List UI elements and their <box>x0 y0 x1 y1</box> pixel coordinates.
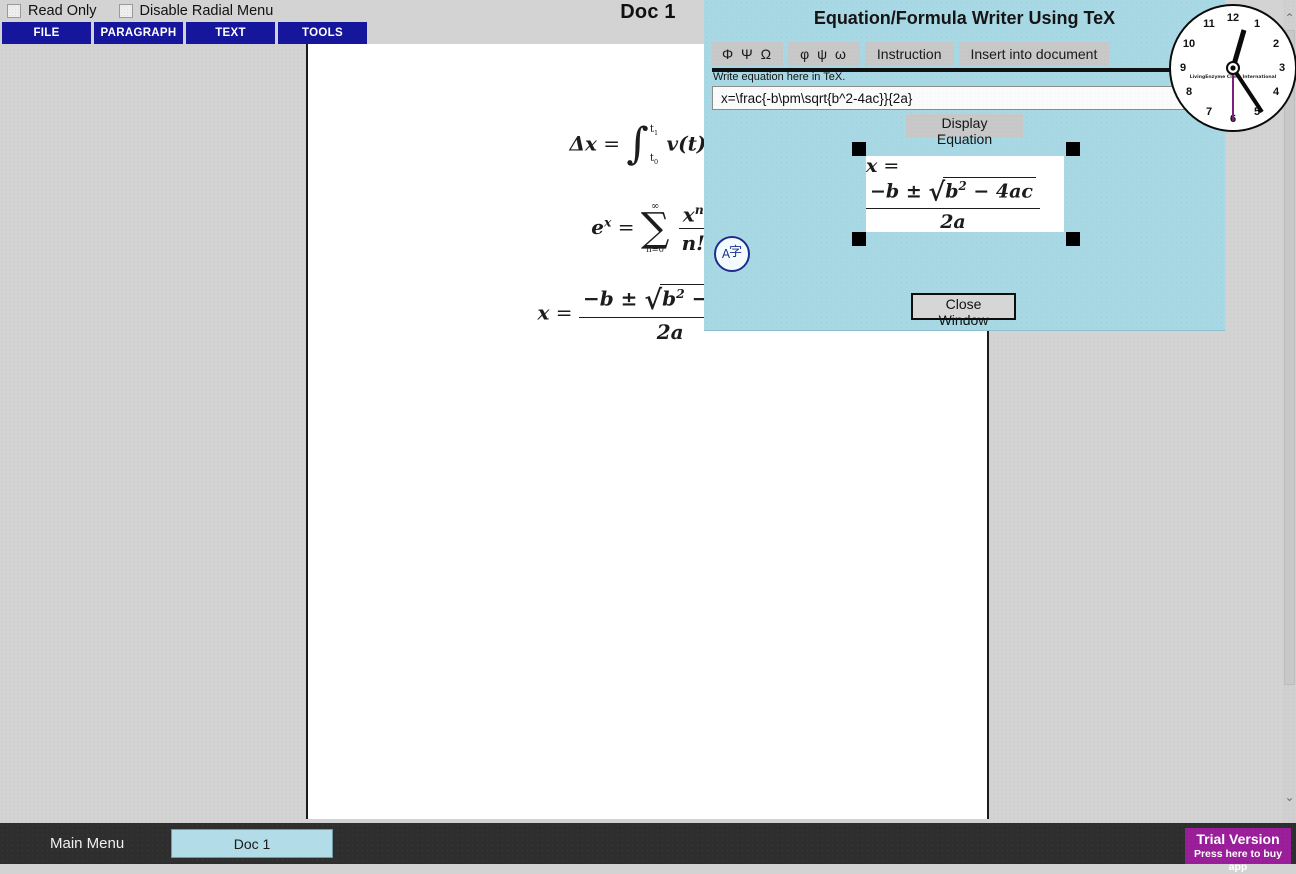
tab-uppercase-greek[interactable]: Φ Ψ Ω <box>712 42 784 66</box>
analog-clock: 12 1 2 3 4 5 6 7 8 9 10 11 LivingEnzyme … <box>1168 3 1296 133</box>
translate-icon[interactable]: A 字 <box>714 236 750 272</box>
clock-numeral-3: 3 <box>1279 62 1285 74</box>
clock-hub-inner <box>1230 65 1236 71</box>
selection-handle-bottom-right[interactable] <box>1066 232 1080 246</box>
ribbon-text-button[interactable]: TEXT <box>186 22 275 44</box>
display-equation-button[interactable]: Display Equation <box>906 114 1023 147</box>
clock-numeral-1: 1 <box>1254 18 1260 30</box>
taskbar-doc-item[interactable]: Doc 1 <box>171 829 333 858</box>
clock-numeral-12: 12 <box>1227 12 1239 24</box>
ribbon-file-button[interactable]: FILE <box>2 22 91 44</box>
ribbon-paragraph-button[interactable]: PARAGRAPH <box>94 22 183 44</box>
selection-handle-top-left[interactable] <box>852 142 866 156</box>
trial-title: Trial Version <box>1196 831 1280 847</box>
trial-subtitle: Press here to buy app <box>1193 848 1283 873</box>
tab-lowercase-greek[interactable]: φ ψ ω <box>788 42 860 66</box>
app-window: Read Only Disable Radial Menu Doc 1 FILE… <box>0 0 1296 873</box>
clock-numeral-10: 10 <box>1183 38 1195 50</box>
clock-numeral-11: 11 <box>1203 18 1215 30</box>
tab-insert-into-document[interactable]: Insert into document <box>958 42 1110 66</box>
main-menu-button[interactable]: Main Menu <box>50 835 124 852</box>
dialog-tabbar: Φ Ψ Ω φ ψ ω Instruction Insert into docu… <box>712 42 1110 66</box>
clock-numeral-2: 2 <box>1273 38 1279 50</box>
close-window-button[interactable]: Close Window <box>911 293 1016 328</box>
clock-numeral-8: 8 <box>1186 86 1192 98</box>
translate-cjk-glyph: 字 <box>729 244 743 260</box>
clock-numeral-9: 9 <box>1180 62 1186 74</box>
equation-preview[interactable]: x = −b ± √b2 − 4ac 2a <box>866 155 1064 233</box>
tex-input[interactable] <box>712 86 1217 110</box>
taskbar: Main Menu Doc 1 Trial Version Press here… <box>0 823 1296 873</box>
dialog-title: Equation/Formula Writer Using TeX <box>813 8 1116 28</box>
clock-numeral-7: 7 <box>1206 106 1212 118</box>
scroll-down-icon[interactable]: ⌄ <box>1283 789 1296 805</box>
ribbon-tools-button[interactable]: TOOLS <box>278 22 367 44</box>
selection-handle-bottom-left[interactable] <box>852 232 866 246</box>
tex-field-label: Write equation here in TeX. <box>713 71 846 83</box>
selection-handle-top-right[interactable] <box>1066 142 1080 156</box>
clock-numeral-4: 4 <box>1273 86 1280 98</box>
ribbon-menu: FILE PARAGRAPH TEXT TOOLS <box>0 22 370 44</box>
tab-instruction[interactable]: Instruction <box>864 42 954 66</box>
trial-version-banner[interactable]: Trial Version Press here to buy app <box>1185 828 1291 873</box>
